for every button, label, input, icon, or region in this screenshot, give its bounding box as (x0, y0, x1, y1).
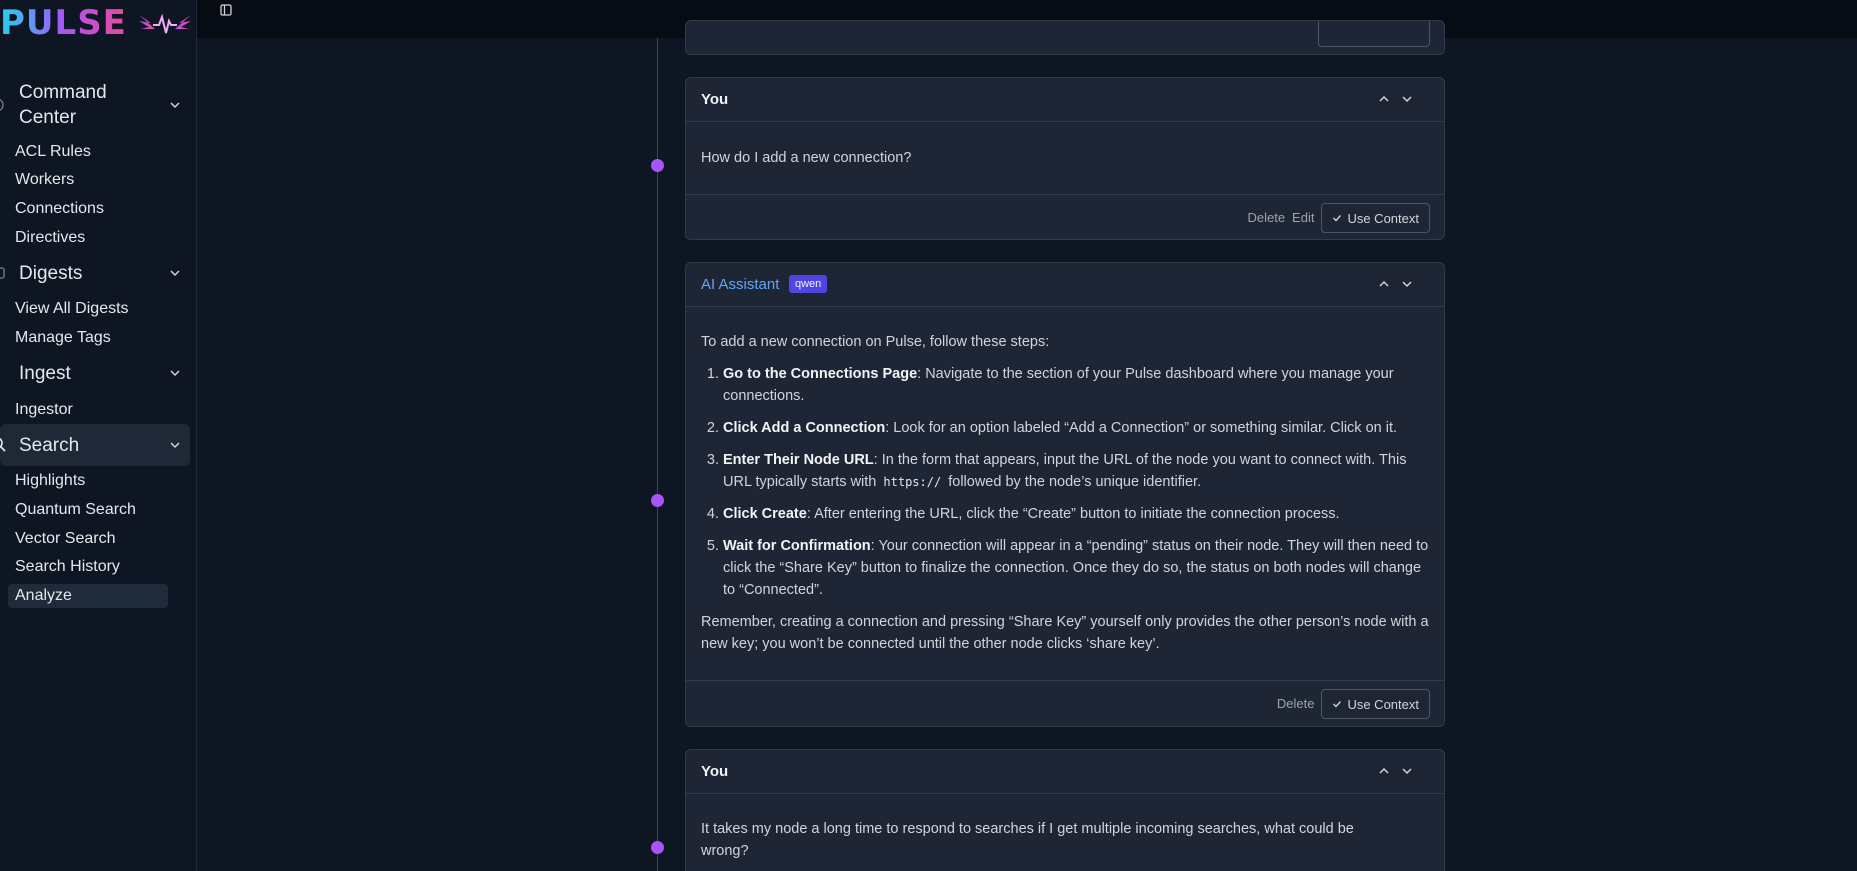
model-badge: qwen (789, 275, 828, 293)
group-label-line2: Center (19, 107, 77, 128)
group-ingest[interactable]: Ingest (0, 358, 190, 388)
sidebar-item-view-all-digests[interactable]: View All Digests (8, 297, 168, 321)
search-icon (0, 435, 8, 455)
chevron-up-icon[interactable] (1377, 277, 1391, 291)
chevron-down-icon[interactable] (1400, 764, 1414, 778)
message-card-user: You It takes my node a long time to resp… (685, 749, 1445, 871)
group-label-line1: Command (19, 82, 107, 103)
group-label: Digests (19, 263, 83, 284)
chevron-up-icon[interactable] (1377, 764, 1391, 778)
group-search[interactable]: Search (0, 424, 190, 466)
message-body: To add a new connection on Pulse, follow… (686, 307, 1444, 680)
sidebar-item-workers[interactable]: Workers (8, 168, 168, 192)
use-context-label: Use Context (1347, 210, 1419, 226)
answer-intro: To add a new connection on Pulse, follow… (701, 334, 1050, 350)
group-digests[interactable]: Digests (0, 258, 190, 288)
list-item: Click Create: After entering the URL, cl… (723, 503, 1429, 525)
card-header: AI Assistant qwen (686, 263, 1444, 307)
delete-button[interactable]: Delete (1277, 689, 1315, 719)
sidebar-item-manage-tags[interactable]: Manage Tags (8, 326, 168, 350)
message-author: You (701, 91, 729, 108)
group-command-center[interactable]: Command Center (0, 80, 190, 130)
chevron-down-icon[interactable] (1400, 277, 1414, 291)
sidebar: PULSE Command Center ACL Rules Workers C… (0, 0, 197, 871)
ingest-icon (0, 363, 8, 383)
use-context-button[interactable]: Use Context (1321, 689, 1430, 719)
sidebar-item-acl-rules[interactable]: ACL Rules (8, 140, 168, 164)
message-text: How do I add a new connection? (701, 150, 912, 166)
delete-button[interactable]: Delete (1247, 203, 1285, 233)
message-text: It takes my node a long time to respond … (701, 821, 1354, 859)
card-footer: Delete Edit Use Context (686, 194, 1444, 239)
card-footer: Delete Use Context (686, 680, 1444, 726)
chevron-down-icon (170, 442, 180, 449)
pulse-wings-icon (138, 13, 191, 34)
message-body: How do I add a new connection? (686, 122, 1444, 194)
timeline-dot (651, 841, 664, 854)
sidebar-item-directives[interactable]: Directives (8, 226, 168, 250)
group-label: Search (19, 435, 80, 456)
card-header: You (686, 750, 1444, 794)
sidebar-item-search-history[interactable]: Search History (8, 555, 168, 579)
list-item: Click Add a Connection: Look for an opti… (723, 417, 1429, 439)
sidebar-item-analyze[interactable]: Analyze (8, 584, 168, 608)
step-text: followed by the node’s unique identifier… (948, 474, 1202, 490)
sidebar-item-vector-search[interactable]: Vector Search (8, 527, 168, 551)
chevron-down-icon (170, 102, 180, 109)
sidebar-item-highlights[interactable]: Highlights (8, 469, 168, 493)
list-item: Enter Their Node URL: In the form that a… (723, 449, 1429, 493)
chevron-down-icon[interactable] (1400, 92, 1414, 106)
check-icon (1333, 215, 1342, 222)
message-author: AI Assistant (701, 276, 780, 293)
chevron-down-icon (170, 370, 180, 377)
step-title: Wait for Confirmation (723, 538, 871, 554)
step-title: Enter Their Node URL (723, 452, 874, 468)
steps-list: Go to the Connections Page: Navigate to … (701, 363, 1429, 601)
timeline-dot (651, 494, 664, 507)
sidebar-item-connections[interactable]: Connections (8, 197, 168, 221)
step-text: : Look for an option labeled “Add a Conn… (885, 420, 1398, 436)
use-context-label: Use Context (1347, 696, 1419, 712)
card-header: You (686, 78, 1444, 122)
step-title: Click Create (723, 506, 807, 522)
step-title: Go to the Connections Page (723, 366, 918, 382)
message-card-partial (685, 20, 1445, 55)
sidebar-item-quantum-search[interactable]: Quantum Search (8, 498, 168, 522)
logo[interactable]: PULSE (0, 4, 193, 42)
timeline-dot (651, 159, 664, 172)
step-title: Click Add a Connection (723, 420, 886, 436)
logo-text: PULSE (0, 3, 127, 43)
list-item: Wait for Confirmation: Your connection w… (723, 535, 1429, 601)
message-card-user: You How do I add a new connection? Delet… (685, 77, 1445, 240)
digests-icon (0, 263, 8, 283)
use-context-button[interactable] (1318, 21, 1430, 47)
answer-outro: Remember, creating a connection and pres… (701, 614, 1429, 652)
chevron-up-icon[interactable] (1377, 92, 1391, 106)
command-center-icon (0, 95, 8, 115)
use-context-button[interactable]: Use Context (1321, 203, 1430, 233)
message-author: You (701, 763, 729, 780)
edit-button[interactable]: Edit (1292, 203, 1314, 233)
step-text: : After entering the URL, click the “Cre… (806, 506, 1340, 522)
url-code: https:// (883, 475, 942, 489)
message-body: It takes my node a long time to respond … (686, 794, 1444, 862)
sidebar-item-ingestor[interactable]: Ingestor (8, 398, 168, 422)
list-item: Go to the Connections Page: Navigate to … (723, 363, 1429, 407)
group-label: Ingest (19, 363, 71, 384)
chevron-down-icon (170, 270, 180, 277)
message-card-assistant: AI Assistant qwen To add a new connectio… (685, 262, 1445, 727)
check-icon (1333, 701, 1342, 708)
sidebar-toggle-icon[interactable] (218, 2, 234, 18)
